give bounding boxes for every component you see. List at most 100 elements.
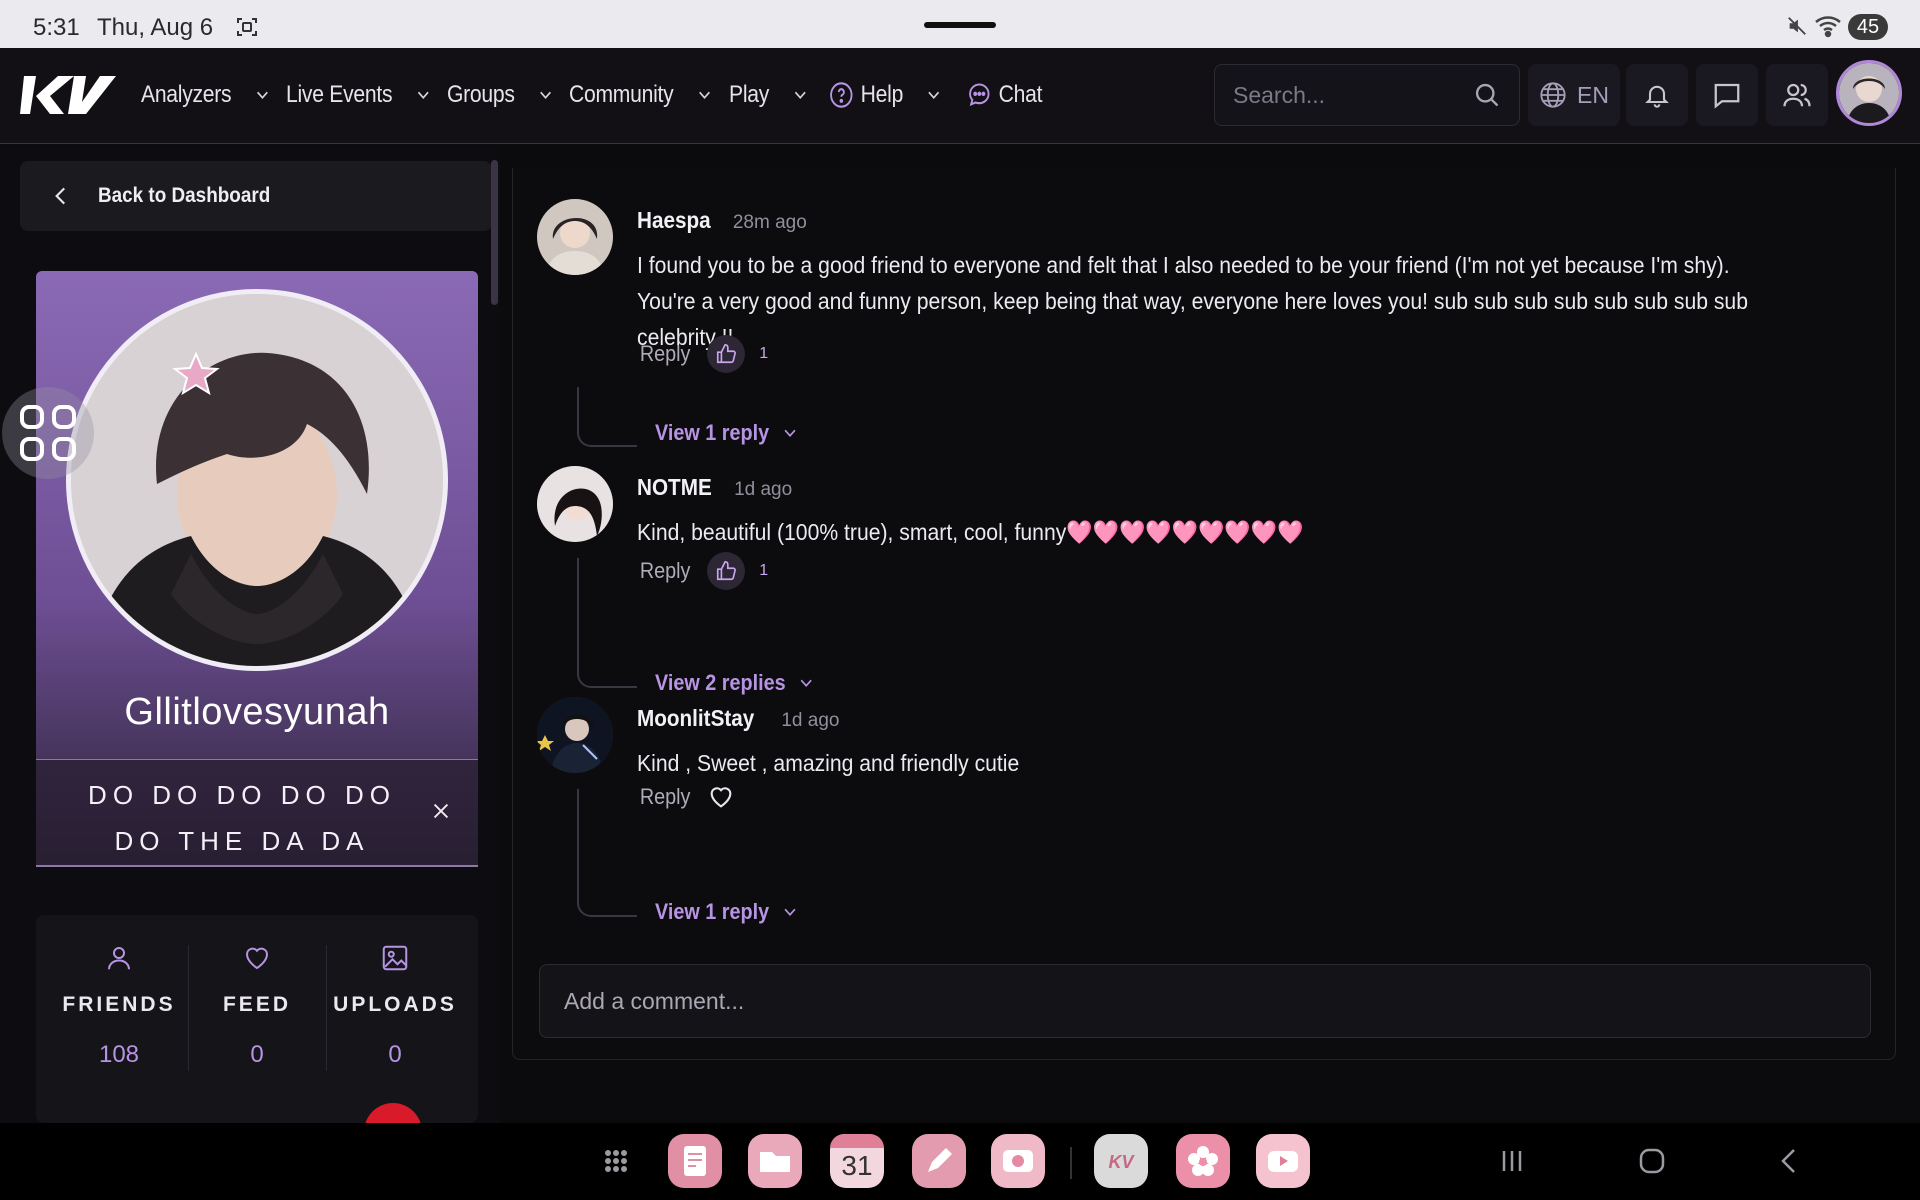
stat-value: 108	[98, 1041, 140, 1068]
calendar-day: 31	[841, 1150, 873, 1181]
stat-feed[interactable]: FEED 0	[189, 943, 325, 1069]
search-icon[interactable]	[1473, 81, 1501, 109]
calendar-app-icon[interactable]: 31	[830, 1134, 884, 1188]
status-text: DO DO DO DO DO DO THE DA DA	[88, 780, 396, 856]
image-icon	[382, 945, 408, 971]
avatar-image	[1839, 63, 1899, 123]
nav-analyzers[interactable]: Analyzers	[141, 78, 272, 112]
comment-author[interactable]: Haespa	[637, 207, 711, 234]
comment-item: NOTME 1d ago Kind, beautiful (100% true)…	[537, 466, 1877, 696]
files-app-icon[interactable]	[748, 1134, 802, 1188]
stat-value: 0	[250, 1041, 264, 1068]
avatar-image	[537, 199, 613, 275]
mute-icon	[1788, 17, 1806, 35]
svg-text:KV: KV	[1108, 1152, 1135, 1172]
nav-chat-label: Chat	[998, 81, 1043, 108]
chevron-down-icon	[800, 679, 812, 688]
drag-handle[interactable]	[924, 22, 996, 28]
like-count: 1	[759, 345, 769, 362]
chat-bubble-icon	[969, 83, 990, 107]
nav-play-label: Play	[729, 81, 770, 108]
view-replies-button[interactable]: View 1 reply	[655, 899, 800, 925]
comment-time: 28m ago	[732, 212, 807, 233]
view-replies-label: View 1 reply	[655, 420, 770, 445]
nav-analyzers-label: Analyzers	[141, 81, 232, 108]
nav-play[interactable]: Play	[729, 78, 810, 112]
back-to-dashboard-button[interactable]: Back to Dashboard	[20, 161, 492, 231]
thread-line	[577, 387, 637, 447]
comment-author[interactable]: NOTME	[637, 474, 712, 501]
chevron-down-icon	[928, 91, 940, 100]
view-replies-button[interactable]: View 2 replies	[655, 670, 816, 696]
globe-icon	[1540, 82, 1566, 108]
status-time: 5:31	[33, 14, 80, 41]
nav-live-events[interactable]: Live Events	[286, 78, 433, 112]
commenter-avatar[interactable]	[537, 199, 613, 275]
youtube-app-icon[interactable]	[1256, 1134, 1310, 1188]
friends-button[interactable]	[1766, 64, 1828, 126]
person-icon	[108, 947, 130, 970]
reply-button[interactable]: Reply	[640, 341, 691, 367]
stat-label: FEED	[222, 993, 291, 1016]
nav-groups-label: Groups	[447, 81, 515, 108]
sidebar-scrollbar[interactable]	[491, 160, 498, 305]
chevron-down-icon	[540, 91, 551, 100]
comment-time: 1d ago	[734, 479, 793, 500]
users-icon	[1783, 83, 1811, 107]
floating-grid-button[interactable]	[2, 387, 94, 479]
nav-help[interactable]: Help	[829, 78, 944, 112]
comments-panel: Haespa 28m ago I found you to be a good …	[512, 168, 1896, 1060]
thumbs-up-icon	[717, 561, 737, 581]
kv-app-icon[interactable]: KV	[1094, 1134, 1148, 1188]
back-icon[interactable]	[1774, 1145, 1806, 1177]
avatar-image	[537, 697, 613, 773]
like-count: 1	[759, 562, 769, 579]
flower-app-icon[interactable]	[1176, 1134, 1230, 1188]
language-selector[interactable]: EN	[1528, 64, 1620, 126]
stat-friends[interactable]: FRIENDS 108	[51, 943, 187, 1069]
view-replies-label: View 1 reply	[655, 899, 770, 924]
stat-value: 0	[388, 1041, 402, 1068]
commenter-avatar[interactable]	[537, 697, 613, 773]
nav-community[interactable]: Community	[569, 78, 714, 112]
nav-groups[interactable]: Groups	[447, 78, 555, 112]
comment-item: MoonlitStay 1d ago Kind , Sweet , amazin…	[537, 697, 1877, 927]
message-icon	[1714, 83, 1740, 109]
notifications-button[interactable]	[1626, 64, 1688, 126]
view-replies-label: View 2 replies	[655, 670, 786, 695]
camera-app-icon[interactable]	[991, 1134, 1045, 1188]
avatar-image	[537, 466, 613, 542]
profile-status: DO DO DO DO DO DO THE DA DA	[36, 759, 478, 867]
home-icon[interactable]	[1636, 1145, 1668, 1177]
comment-author[interactable]: MoonlitStay	[637, 705, 754, 732]
nav-community-label: Community	[569, 81, 674, 108]
heart-icon[interactable]	[707, 783, 735, 811]
reply-button[interactable]: Reply	[640, 558, 691, 584]
messages-button[interactable]	[1696, 64, 1758, 126]
nav-chat[interactable]: Chat	[967, 78, 1043, 112]
comment-text: I found you to be a good friend to every…	[637, 252, 1748, 350]
like-button[interactable]	[707, 335, 746, 373]
app-drawer-icon[interactable]	[604, 1131, 628, 1191]
search-input[interactable]	[1233, 79, 1453, 111]
profile-photo-image	[71, 294, 443, 666]
pen-app-icon[interactable]	[912, 1134, 966, 1188]
user-avatar[interactable]	[1836, 60, 1902, 126]
comment-input[interactable]	[564, 983, 1844, 1019]
status-date: Thu, Aug 6	[97, 14, 214, 41]
view-replies-button[interactable]: View 1 reply	[655, 420, 800, 446]
taskbar-dock: 31 KV	[0, 1123, 1920, 1200]
close-icon[interactable]	[430, 800, 452, 822]
battery-indicator: 45	[1848, 14, 1888, 40]
kv-logo[interactable]	[18, 72, 118, 118]
profile-card: Gllitlovesyunah DO DO DO DO DO DO THE DA…	[36, 271, 478, 867]
stat-uploads[interactable]: UPLOADS 0	[327, 943, 463, 1069]
recent-apps-icon[interactable]	[1496, 1145, 1528, 1177]
notes-app-icon[interactable]	[668, 1134, 722, 1188]
stat-label: UPLOADS	[333, 993, 457, 1016]
like-button[interactable]	[707, 552, 746, 590]
commenter-avatar[interactable]	[537, 466, 613, 542]
reply-button[interactable]: Reply	[640, 784, 691, 810]
help-icon	[830, 82, 853, 108]
chevron-left-icon	[55, 187, 66, 205]
